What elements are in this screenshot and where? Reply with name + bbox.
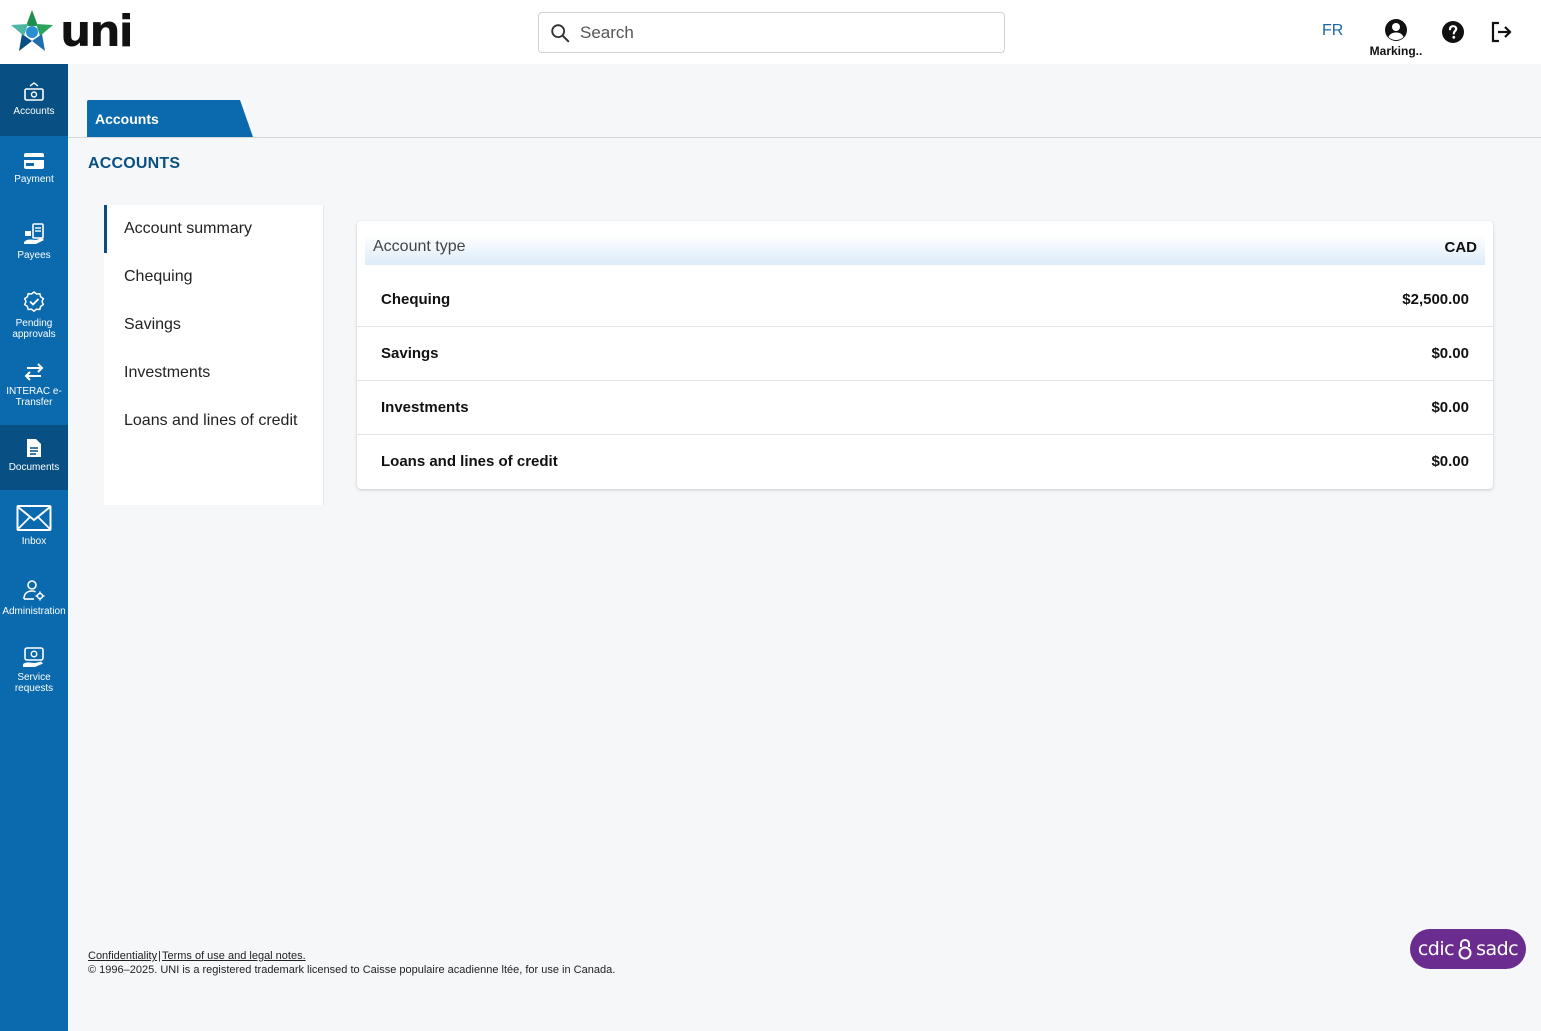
footer-separator: | (158, 950, 161, 962)
search-box[interactable] (538, 12, 1005, 53)
subnav-item-investments[interactable]: Investments (104, 349, 324, 397)
logo-wordmark: uni (60, 6, 134, 57)
account-balance: $0.00 (1431, 399, 1469, 416)
sidebar-item-label: Documents (8, 462, 60, 473)
document-icon (27, 439, 41, 457)
copyright-text: © 1996–2025. UNI is a registered tradema… (88, 964, 616, 976)
account-balance: $0.00 (1431, 345, 1469, 362)
sidebar-item-payees[interactable]: Payees (0, 222, 68, 261)
profile-name: Marking.. (1369, 44, 1423, 58)
account-row-chequing[interactable]: Chequing $2,500.00 (357, 273, 1493, 327)
top-bar: uni FR Marking.. (0, 0, 1541, 64)
envelope-icon (16, 505, 52, 531)
logout-icon[interactable] (1489, 20, 1513, 44)
account-balance: $0.00 (1431, 453, 1469, 470)
service-request-icon (23, 647, 44, 667)
sidebar-item-label: INTERAC e-Transfer (6, 386, 62, 408)
cdic-text: cdic (1417, 938, 1455, 960)
sidebar-item-administration[interactable]: Administration (0, 578, 68, 617)
account-row-savings[interactable]: Savings $0.00 (357, 327, 1493, 381)
account-name: Investments (381, 399, 469, 416)
account-type-header: Account type (373, 238, 466, 255)
subnav-item-account-summary[interactable]: Account summary (104, 205, 324, 253)
tab-divider (68, 137, 1541, 138)
currency-header: CAD (1444, 239, 1478, 256)
page-footer: Confidentiality|Terms of use and legal n… (88, 950, 615, 976)
search-icon (551, 23, 570, 42)
transfer-arrows-icon (24, 363, 44, 381)
account-name: Savings (381, 345, 439, 362)
sidebar-item-label: Service requests (14, 672, 54, 694)
profile-menu[interactable]: Marking.. (1368, 18, 1424, 58)
user-settings-icon (23, 580, 45, 601)
subnav-item-savings[interactable]: Savings (104, 301, 324, 349)
sidebar-item-accounts[interactable]: Accounts (0, 64, 68, 136)
sidebar-item-label: Administration (2, 606, 66, 617)
account-name: Loans and lines of credit (381, 453, 558, 470)
sidebar-item-documents[interactable]: Documents (0, 425, 68, 490)
lock-icon (1458, 938, 1472, 960)
cdic-badge[interactable]: cdic sadc (1410, 929, 1526, 969)
account-name: Chequing (381, 291, 451, 308)
confidentiality-link[interactable]: Confidentiality (88, 950, 157, 962)
account-balance: $2,500.00 (1402, 291, 1469, 308)
tab-label: Accounts (95, 111, 159, 127)
help-icon[interactable] (1441, 20, 1465, 44)
terms-link[interactable]: Terms of use and legal notes. (162, 950, 306, 962)
subnav-item-chequing[interactable]: Chequing (104, 253, 324, 301)
account-row-investments[interactable]: Investments $0.00 (357, 381, 1493, 435)
account-circle-icon (1385, 19, 1407, 41)
main-sidebar: Accounts Payment Payees Pending approval… (0, 64, 68, 1031)
subnav-item-loans[interactable]: Loans and lines of credit (104, 397, 324, 445)
language-toggle[interactable]: FR (1322, 22, 1343, 40)
sidebar-item-label: Payees (17, 250, 51, 261)
account-row-loans[interactable]: Loans and lines of credit $0.00 (357, 435, 1493, 489)
page-title: ACCOUNTS (88, 155, 181, 172)
sidebar-item-label: Accounts (13, 106, 55, 117)
search-input[interactable] (580, 22, 980, 43)
approval-badge-icon (23, 291, 45, 313)
summary-header: Account type CAD (365, 235, 1485, 265)
tab-accounts[interactable]: Accounts (87, 100, 253, 137)
sadc-text: sadc (1476, 938, 1519, 960)
sidebar-item-payment[interactable]: Payment (0, 152, 68, 185)
uni-star-logo-icon (11, 10, 53, 51)
uni-logo[interactable]: uni (8, 6, 134, 57)
account-summary-card: Account type CAD Chequing $2,500.00 Savi… (357, 221, 1493, 489)
sidebar-item-label: Inbox (21, 536, 47, 547)
sidebar-item-service-requests[interactable]: Service requests (0, 646, 68, 694)
payees-icon (24, 223, 44, 244)
sidebar-item-label: Payment (14, 174, 54, 185)
sidebar-item-inbox[interactable]: Inbox (0, 504, 68, 547)
sidebar-item-label: Pending approvals (12, 318, 56, 340)
sidebar-item-pending-approvals[interactable]: Pending approvals (0, 290, 68, 340)
accounts-icon (24, 82, 44, 101)
sidebar-item-interac[interactable]: INTERAC e-Transfer (0, 362, 68, 408)
credit-card-icon (24, 153, 44, 169)
account-subnav: Account summary Chequing Savings Investm… (104, 205, 324, 505)
